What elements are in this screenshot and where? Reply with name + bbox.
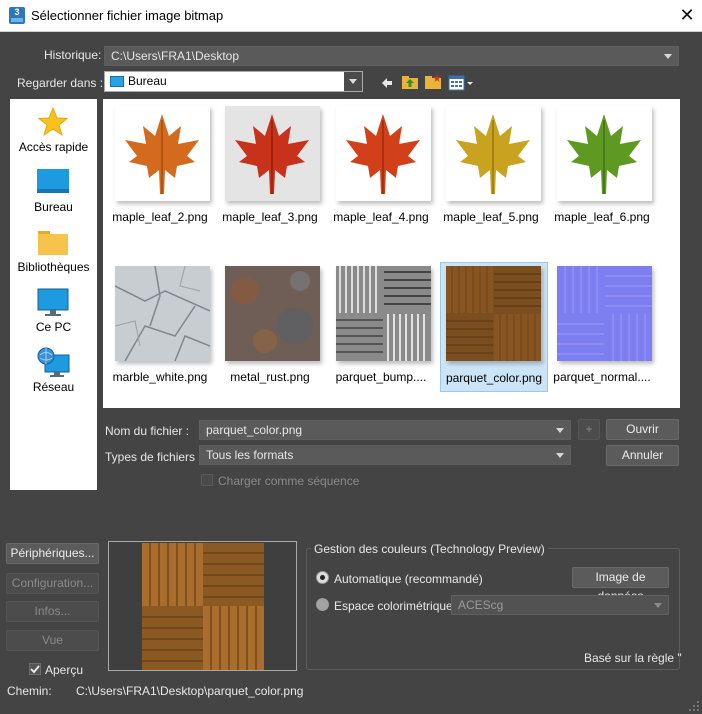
leaf-thumbnail	[336, 106, 431, 201]
marble-thumbnail	[114, 265, 211, 362]
info-button[interactable]: Infos...	[6, 601, 99, 622]
file-name: parquet_bump....	[335, 370, 427, 384]
sidebar-item-ce-pc[interactable]: Ce PC	[10, 287, 97, 339]
filename-combo[interactable]: parquet_color.png	[199, 420, 571, 440]
devices-button[interactable]: Périphériques...	[6, 543, 99, 564]
chevron-down-icon[interactable]	[344, 72, 362, 91]
new-folder-icon[interactable]	[424, 73, 442, 91]
parquet-thumbnail	[446, 266, 541, 361]
title-bar: 3 Sélectionner fichier image bitmap ✕	[0, 0, 702, 32]
preview-panel	[108, 541, 297, 671]
file-item-parquet-normal[interactable]: parquet_normal....	[548, 259, 656, 389]
sidebar-item-label: Bibliothèques	[17, 260, 90, 274]
file-item-maple-leaf-2[interactable]: maple_leaf_2.png	[106, 99, 214, 229]
leaf-thumbnail	[446, 106, 541, 201]
sidebar-item-label: Accès rapide	[18, 140, 89, 154]
regarder-label: Regarder dans :	[17, 76, 104, 90]
file-name: maple_leaf_5.png	[443, 210, 539, 224]
color-management-title: Gestion des couleurs (Technology Preview…	[311, 542, 548, 556]
historique-label: Historique:	[44, 48, 102, 62]
leaf-thumbnail	[557, 106, 652, 201]
file-item-maple-leaf-5[interactable]: maple_leaf_5.png	[437, 99, 545, 229]
file-item-maple-leaf-3[interactable]: maple_leaf_3.png	[216, 99, 324, 229]
regarder-combo[interactable]: Bureau	[104, 71, 363, 92]
file-name: parquet_color.png	[445, 371, 543, 385]
path-label: Chemin:	[7, 684, 52, 698]
file-item-marble-white[interactable]: marble_white.png	[106, 259, 214, 389]
file-item-maple-leaf-6[interactable]: maple_leaf_6.png	[548, 99, 656, 229]
desktop-icon	[37, 169, 69, 193]
rule-text: Basé sur la règle "	[584, 651, 682, 665]
filename-value: parquet_color.png	[206, 423, 303, 437]
places-sidebar: Accès rapide Bureau Bibliothèques Ce PC	[10, 99, 97, 490]
apercu-label: Aperçu	[45, 663, 84, 677]
sidebar-item-bibliotheques[interactable]: Bibliothèques	[10, 227, 97, 279]
file-name: maple_leaf_3.png	[222, 210, 318, 224]
filetypes-label: Types de fichiers :	[105, 450, 202, 464]
file-item-parquet-bump[interactable]: parquet_bump....	[327, 259, 435, 389]
sequence-checkbox[interactable]	[201, 474, 213, 486]
leaf-thumbnail	[115, 106, 210, 201]
sidebar-item-label: Réseau	[32, 380, 75, 394]
file-name: maple_leaf_6.png	[554, 210, 650, 224]
file-name: maple_leaf_4.png	[333, 210, 429, 224]
view-menu-icon[interactable]	[448, 74, 474, 92]
colorspace-combo[interactable]: ACEScg	[451, 595, 669, 615]
chevron-down-icon	[664, 54, 672, 59]
filetypes-combo[interactable]: Tous les formats	[199, 445, 571, 465]
window-title: Sélectionner fichier image bitmap	[31, 8, 224, 23]
checkmark-icon	[30, 665, 40, 674]
chevron-down-icon	[556, 428, 564, 433]
normal-thumbnail	[557, 266, 652, 361]
historique-combo[interactable]: C:\Users\FRA1\Desktop	[104, 46, 679, 66]
up-folder-icon[interactable]	[401, 73, 419, 91]
file-name: marble_white.png	[112, 370, 208, 384]
add-button[interactable]: +	[578, 419, 600, 440]
file-item-maple-leaf-4[interactable]: maple_leaf_4.png	[327, 99, 435, 229]
file-grid: maple_leaf_2.png maple_leaf_3.png maple_…	[103, 99, 680, 408]
app-logo-icon: 3	[9, 7, 25, 24]
close-icon[interactable]: ✕	[676, 4, 698, 26]
view-button[interactable]: Vue	[6, 630, 99, 651]
sidebar-item-label: Ce PC	[35, 320, 72, 334]
leaf-thumbnail	[225, 106, 320, 201]
sidebar-item-bureau[interactable]: Bureau	[10, 167, 97, 219]
rust-thumbnail	[225, 266, 320, 361]
automatic-radio[interactable]	[316, 571, 329, 584]
sidebar-item-reseau[interactable]: Réseau	[10, 347, 97, 399]
back-arrow-icon[interactable]	[378, 74, 396, 92]
config-button[interactable]: Configuration...	[6, 573, 99, 594]
preview-image	[142, 543, 264, 670]
file-name: parquet_normal....	[553, 370, 651, 384]
file-name: metal_rust.png	[230, 370, 310, 384]
chevron-down-icon	[654, 603, 662, 608]
folder-icon	[38, 231, 68, 255]
file-item-metal-rust[interactable]: metal_rust.png	[216, 259, 324, 389]
automatic-label: Automatique (recommandé)	[334, 572, 483, 586]
bump-thumbnail	[336, 266, 431, 361]
network-icon	[37, 347, 70, 377]
colorspace-label: Espace colorimétrique:	[334, 599, 457, 613]
data-image-button[interactable]: Image de données	[572, 567, 669, 603]
sequence-label: Charger comme séquence	[218, 474, 360, 488]
cancel-button[interactable]: Annuler	[606, 445, 679, 466]
file-item-parquet-color[interactable]: parquet_color.png	[440, 262, 548, 392]
monitor-icon	[37, 288, 69, 316]
apercu-checkbox[interactable]	[29, 663, 41, 675]
filename-label: Nom du fichier :	[105, 424, 190, 438]
resize-grip-icon[interactable]	[688, 700, 700, 712]
filetypes-value: Tous les formats	[206, 448, 294, 462]
open-button[interactable]: Ouvrir	[606, 419, 679, 440]
sidebar-item-acces-rapide[interactable]: Accès rapide	[10, 107, 97, 159]
file-name: maple_leaf_2.png	[112, 210, 208, 224]
colorspace-radio[interactable]	[316, 598, 329, 611]
regarder-value: Bureau	[128, 74, 167, 88]
desktop-icon	[110, 76, 124, 87]
colorspace-value: ACEScg	[458, 598, 504, 612]
chevron-down-icon	[556, 453, 564, 458]
path-value: C:\Users\FRA1\Desktop\parquet_color.png	[76, 684, 304, 698]
historique-value: C:\Users\FRA1\Desktop	[111, 49, 240, 63]
star-icon	[38, 107, 68, 137]
sidebar-item-label: Bureau	[34, 200, 73, 214]
